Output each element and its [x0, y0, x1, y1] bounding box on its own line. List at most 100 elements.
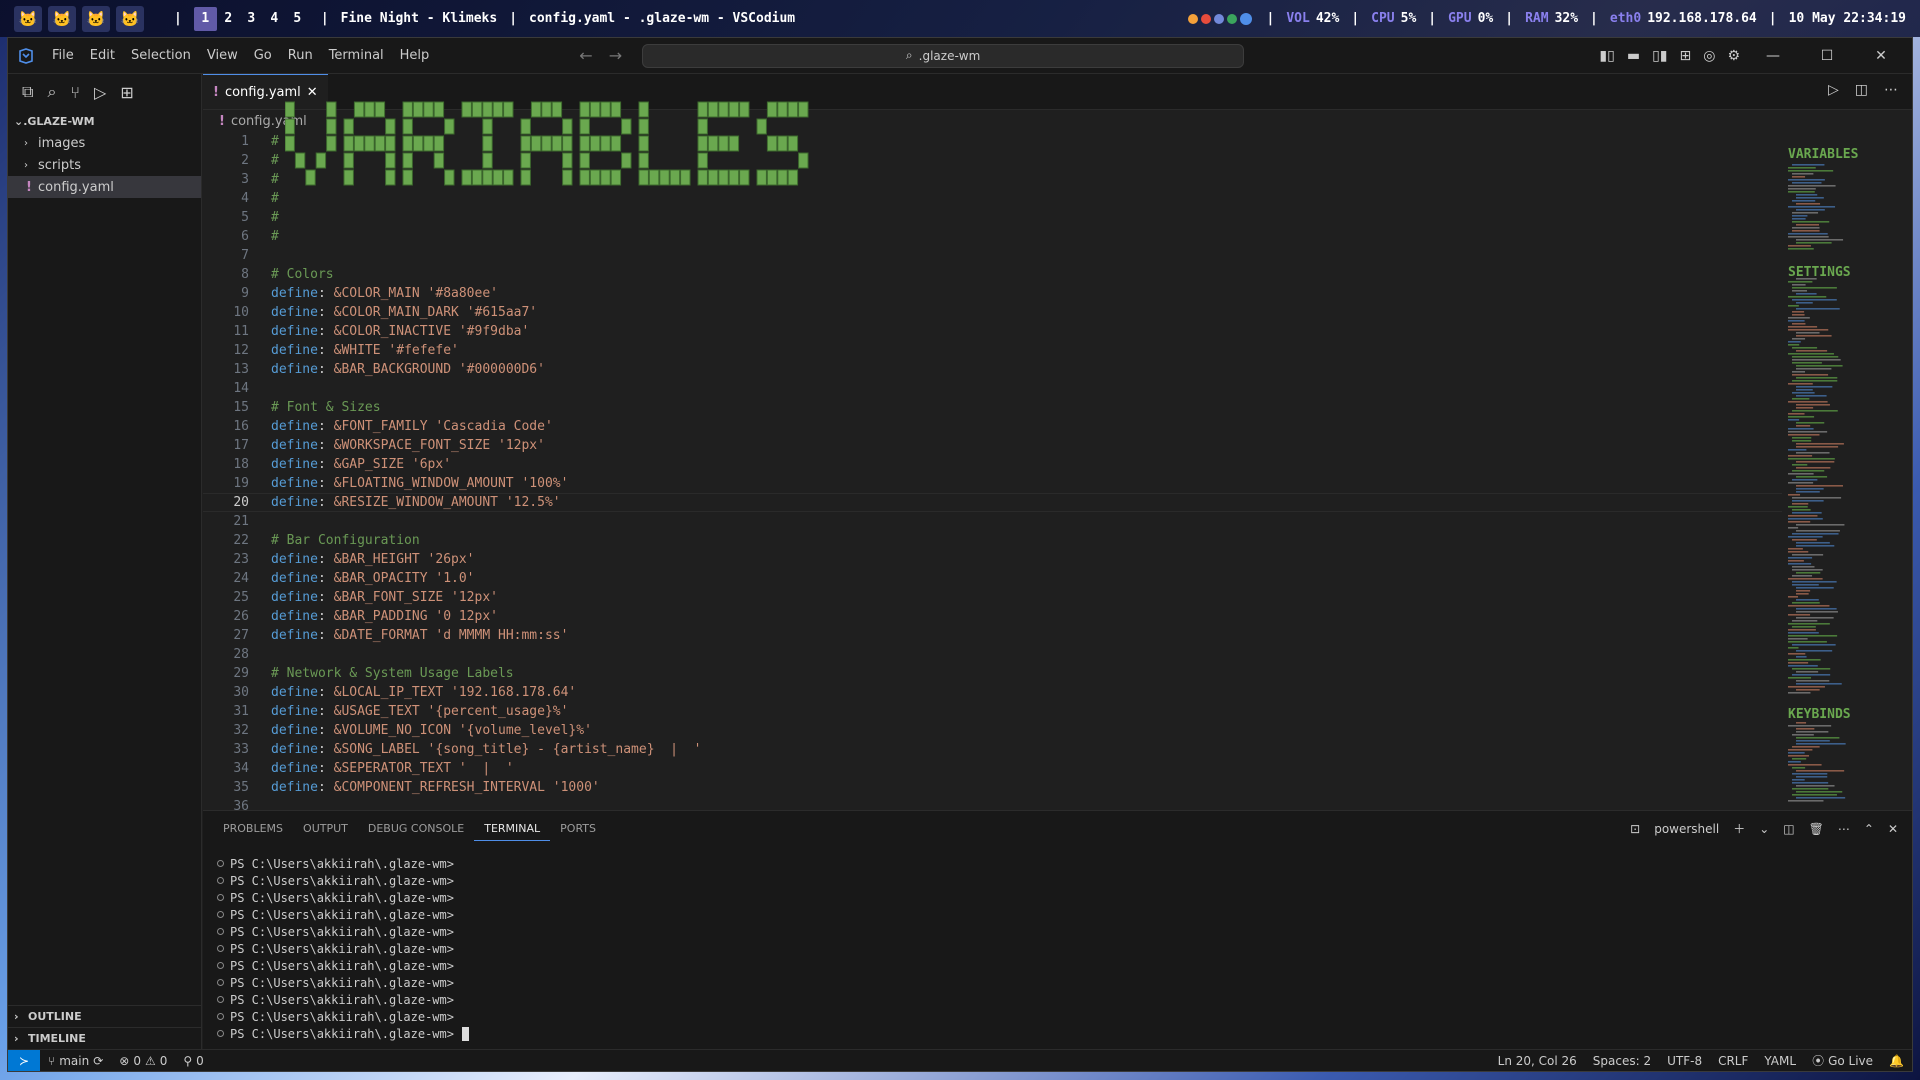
- code-line[interactable]: 31 define: &USAGE_TEXT '{percent_usage}%': [203, 702, 1782, 721]
- forward-arrow-icon[interactable]: →: [609, 46, 622, 65]
- command-decoration-icon[interactable]: [217, 1013, 224, 1020]
- tab-terminal[interactable]: TERMINAL: [474, 817, 551, 841]
- minimap[interactable]: VARIABLES SETTINGS KEYBINDS: [1784, 146, 1902, 806]
- remote-indicator-icon[interactable]: ≻: [8, 1049, 40, 1071]
- code-line[interactable]: 23 define: &BAR_HEIGHT '26px': [203, 550, 1782, 569]
- command-decoration-icon[interactable]: [217, 962, 224, 969]
- code-line[interactable]: 16 define: &FONT_FAMILY 'Cascadia Code': [203, 417, 1782, 436]
- cursor-position[interactable]: Ln 20, Col 26: [1490, 1052, 1585, 1069]
- end-of-line[interactable]: CRLF: [1710, 1052, 1756, 1069]
- code-line[interactable]: 19 define: &FLOATING_WINDOW_AMOUNT '100%': [203, 474, 1782, 493]
- code-line[interactable]: 6 #: [203, 227, 1782, 246]
- code-line[interactable]: 20 define: &RESIZE_WINDOW_AMOUNT '12.5%': [203, 493, 1782, 512]
- shell-name[interactable]: powershell: [1654, 822, 1719, 836]
- command-decoration-icon[interactable]: [217, 1030, 224, 1037]
- avatar[interactable]: 🐱: [82, 5, 110, 32]
- code-line[interactable]: 13 define: &BAR_BACKGROUND '#000000D6': [203, 360, 1782, 379]
- workspace-4[interactable]: 4: [263, 7, 286, 31]
- command-decoration-icon[interactable]: [217, 894, 224, 901]
- code-line[interactable]: 32 define: &VOLUME_NO_ICON '{volume_level…: [203, 721, 1782, 740]
- new-terminal-icon[interactable]: ＋: [1733, 820, 1745, 837]
- code-line[interactable]: 11 define: &COLOR_INACTIVE '#9f9dba': [203, 322, 1782, 341]
- tab-ports[interactable]: PORTS: [550, 817, 606, 841]
- menu-run[interactable]: Run: [280, 48, 321, 63]
- volume-value[interactable]: 42%: [1316, 11, 1339, 26]
- manage-gear-icon[interactable]: ⚙: [1727, 48, 1740, 64]
- menu-terminal[interactable]: Terminal: [321, 48, 392, 63]
- code-line[interactable]: 29 # Network & System Usage Labels: [203, 664, 1782, 683]
- run-debug-icon[interactable]: ▷: [94, 83, 106, 102]
- maximize-icon[interactable]: ☐: [1806, 48, 1848, 64]
- close-window-icon[interactable]: ✕: [1860, 48, 1902, 64]
- tree-folder-scripts[interactable]: › scripts: [8, 154, 201, 176]
- vscodium-logo-icon[interactable]: [8, 47, 44, 64]
- code-line[interactable]: 28: [203, 645, 1782, 664]
- avatar[interactable]: 🐱: [116, 5, 144, 32]
- workspace-3[interactable]: 3: [240, 7, 263, 31]
- avatar[interactable]: 🐱: [48, 5, 76, 32]
- go-live-button[interactable]: ⦿ Go Live: [1804, 1052, 1881, 1069]
- tree-folder-images[interactable]: › images: [8, 132, 201, 154]
- code-view[interactable]: 1 # 2 # 3 # 4 # 5 # 6 # 7 8 # Colors 9 define: &CO…: [203, 132, 1782, 816]
- branch-indicator[interactable]: ⑂ main ⟳: [40, 1054, 111, 1068]
- close-panel-icon[interactable]: ✕: [1888, 822, 1898, 836]
- outline-section[interactable]: › OUTLINE: [8, 1005, 201, 1027]
- tab-debug-console[interactable]: DEBUG CONSOLE: [358, 817, 474, 841]
- avatar[interactable]: 🐱: [14, 5, 42, 32]
- menu-edit[interactable]: Edit: [82, 48, 123, 63]
- command-decoration-icon[interactable]: [217, 979, 224, 986]
- trash-icon[interactable]: 🗑: [1809, 822, 1824, 836]
- split-editor-icon[interactable]: ◫: [1855, 82, 1868, 98]
- command-decoration-icon[interactable]: [217, 996, 224, 1003]
- extensions-icon[interactable]: ⊞: [120, 83, 133, 102]
- code-line[interactable]: 21: [203, 512, 1782, 531]
- indentation[interactable]: Spaces: 2: [1585, 1052, 1659, 1069]
- command-center-search[interactable]: ⌕ .glaze-wm: [642, 43, 1245, 68]
- tray-app-icon[interactable]: [1200, 13, 1211, 24]
- code-line[interactable]: 24 define: &BAR_OPACITY '1.0': [203, 569, 1782, 588]
- problems-indicator[interactable]: ⊗ 0 ⚠ 0: [111, 1054, 175, 1068]
- code-line[interactable]: 26 define: &BAR_PADDING '0 12px': [203, 607, 1782, 626]
- workspace-2[interactable]: 2: [217, 7, 240, 31]
- split-terminal-icon[interactable]: ◫: [1783, 822, 1794, 836]
- tray-app-icon[interactable]: [1226, 13, 1237, 24]
- tray-app-icon[interactable]: [1187, 13, 1198, 24]
- code-line[interactable]: 15 # Font & Sizes: [203, 398, 1782, 417]
- tab-problems[interactable]: PROBLEMS: [213, 817, 293, 841]
- more-actions-icon[interactable]: ⋯: [1884, 82, 1898, 98]
- tab-output[interactable]: OUTPUT: [293, 817, 358, 841]
- close-icon[interactable]: ✕: [307, 85, 318, 100]
- ports-indicator[interactable]: ⚲ 0: [175, 1054, 211, 1068]
- code-line[interactable]: 25 define: &BAR_FONT_SIZE '12px': [203, 588, 1782, 607]
- code-line[interactable]: 14: [203, 379, 1782, 398]
- code-line[interactable]: 27 define: &DATE_FORMAT 'd MMMM HH:mm:ss': [203, 626, 1782, 645]
- notifications-bell-icon[interactable]: 🔔: [1881, 1052, 1912, 1069]
- code-line[interactable]: 10 define: &COLOR_MAIN_DARK '#615aa7': [203, 303, 1782, 322]
- source-control-icon[interactable]: ⑂: [70, 83, 80, 102]
- terminal-output[interactable]: PS C:\Users\akkiirah\.glaze-wm> PS C:\Use…: [203, 855, 1912, 1042]
- code-line[interactable]: 12 define: &WHITE '#fefefe': [203, 341, 1782, 360]
- workspace-1[interactable]: 1: [193, 6, 217, 31]
- workspace-5[interactable]: 5: [286, 7, 309, 31]
- back-arrow-icon[interactable]: ←: [579, 46, 592, 65]
- search-icon[interactable]: ⌕: [47, 82, 56, 102]
- minimize-icon[interactable]: —: [1752, 48, 1794, 64]
- tree-file-config[interactable]: ! config.yaml: [8, 176, 201, 198]
- more-actions-icon[interactable]: ⋯: [1838, 822, 1850, 836]
- run-icon[interactable]: ▷: [1828, 82, 1839, 98]
- encoding[interactable]: UTF-8: [1659, 1052, 1710, 1069]
- toggle-panel-icon[interactable]: ▬: [1627, 48, 1640, 64]
- code-line[interactable]: 7: [203, 246, 1782, 265]
- code-line[interactable]: 33 define: &SONG_LABEL '{song_title} - {a…: [203, 740, 1782, 759]
- language-mode[interactable]: YAML: [1756, 1052, 1804, 1069]
- menu-selection[interactable]: Selection: [123, 48, 199, 63]
- code-line[interactable]: 8 # Colors: [203, 265, 1782, 284]
- menu-help[interactable]: Help: [392, 48, 438, 63]
- code-line[interactable]: 34 define: &SEPERATOR_TEXT ' | ': [203, 759, 1782, 778]
- menu-view[interactable]: View: [199, 48, 246, 63]
- code-line[interactable]: 30 define: &LOCAL_IP_TEXT '192.168.178.64…: [203, 683, 1782, 702]
- menu-go[interactable]: Go: [246, 48, 280, 63]
- timeline-section[interactable]: › TIMELINE: [8, 1027, 201, 1049]
- toggle-primary-sidebar-icon[interactable]: ▮▯: [1599, 48, 1614, 64]
- command-decoration-icon[interactable]: [217, 945, 224, 952]
